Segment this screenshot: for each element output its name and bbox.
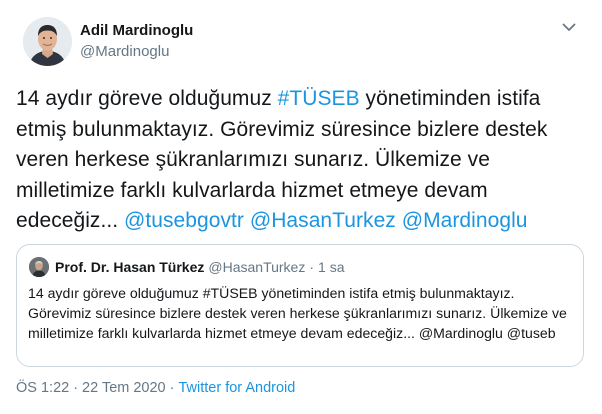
quoted-tweet-header: Prof. Dr. Hasan Türkez @HasanTurkez · 1 … <box>29 257 344 277</box>
quoted-separator: · <box>309 259 315 275</box>
tweet-meta: ÖS 1:22 · 22 Tem 2020 · Twitter for Andr… <box>16 378 295 398</box>
tweet-header: Adil Mardinoglu @Mardinoglu <box>23 17 583 67</box>
mention-link[interactable]: @tusebgovtr <box>124 209 244 232</box>
quoted-tweet-text: 14 aydır göreve olduğumuz #TÜSEB yönetim… <box>28 285 567 341</box>
author-display-name[interactable]: Adil Mardinoglu <box>80 22 193 40</box>
quoted-author-avatar <box>29 257 49 277</box>
author-avatar[interactable] <box>23 17 72 66</box>
quoted-author-handle: @HasanTurkez <box>208 259 306 275</box>
quoted-author-display-name: Prof. Dr. Hasan Türkez <box>55 259 205 275</box>
quoted-tweet[interactable]: Prof. Dr. Hasan Türkez @HasanTurkez · 1 … <box>16 244 584 367</box>
tweet-date[interactable]: 22 Tem 2020 <box>82 380 166 396</box>
tweet-text-segment: 14 aydır göreve olduğumuz <box>16 87 278 110</box>
tweet-source-link[interactable]: Twitter for Android <box>178 380 295 396</box>
mention-link[interactable]: @Mardinoglu <box>402 209 528 232</box>
hashtag-link[interactable]: #TÜSEB <box>278 87 360 110</box>
tweet-card: Adil Mardinoglu @Mardinoglu 14 aydır gör… <box>0 0 602 414</box>
author-handle[interactable]: @Mardinoglu <box>80 42 193 62</box>
author-names: Adil Mardinoglu @Mardinoglu <box>80 22 193 62</box>
chevron-down-icon[interactable] <box>559 17 579 37</box>
mention-link[interactable]: @HasanTurkez <box>250 209 396 232</box>
tweet-text: 14 aydır göreve olduğumuz #TÜSEB yönetim… <box>16 84 588 237</box>
meta-separator: · <box>169 380 175 396</box>
tweet-time[interactable]: ÖS 1:22 <box>16 380 69 396</box>
meta-separator: · <box>73 380 79 396</box>
quoted-tweet-time: 1 sa <box>318 259 345 275</box>
